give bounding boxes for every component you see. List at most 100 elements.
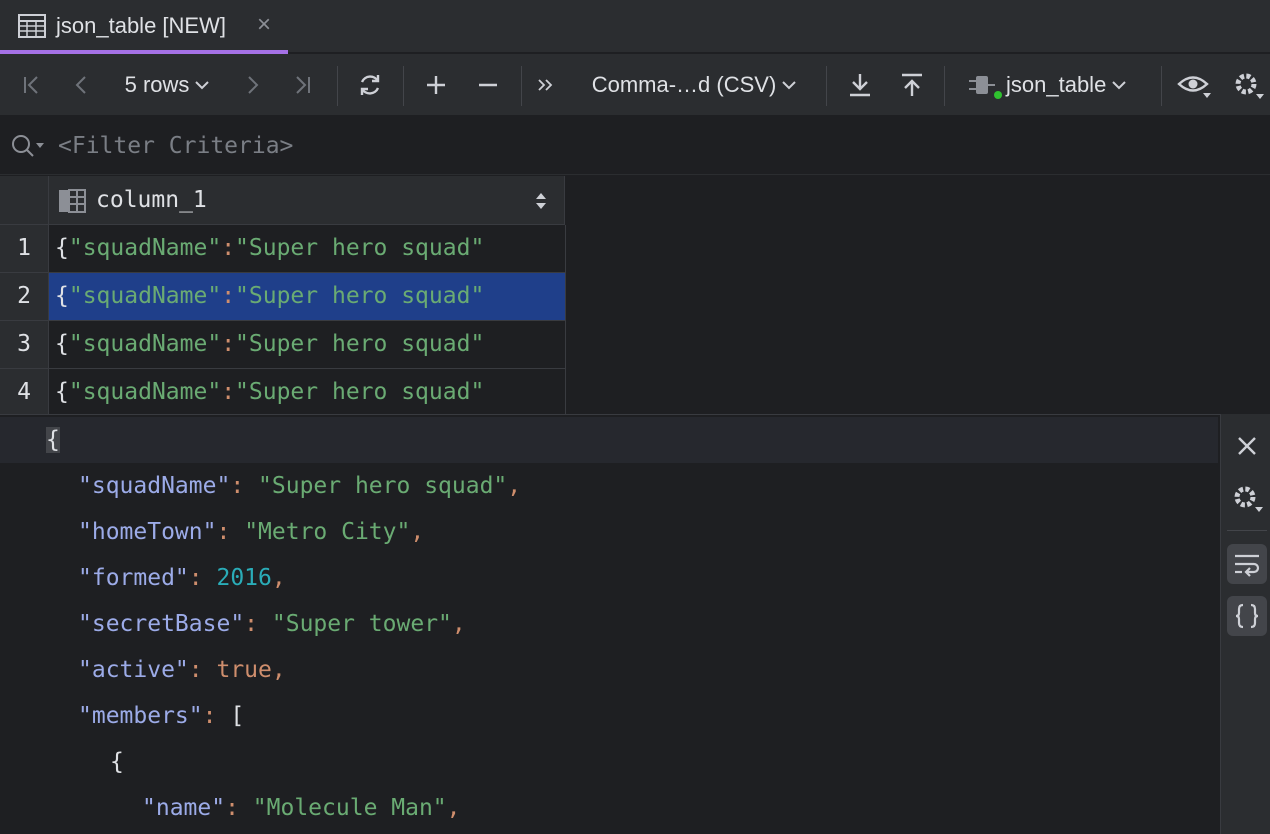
cell-value: "Super hero squad" <box>235 235 485 261</box>
result-grid: column_1 1 {"squadName":"Super hero squa… <box>0 176 1270 417</box>
tab-title: json_table [NEW] <box>56 13 226 38</box>
sort-icon[interactable] <box>535 192 547 215</box>
filter-input[interactable] <box>58 131 1238 161</box>
upload-icon[interactable] <box>892 54 932 116</box>
filter-bar <box>0 117 1270 175</box>
table-row[interactable]: 3 {"squadName":"Super hero squad" <box>0 321 566 369</box>
chevron-down-icon <box>195 81 210 90</box>
cell-colon: : <box>221 283 236 309</box>
json-key: "name" <box>142 795 226 821</box>
delete-row-icon[interactable] <box>468 54 508 116</box>
table-cell[interactable]: {"squadName":"Super hero squad" <box>49 321 566 369</box>
refresh-icon[interactable] <box>350 54 390 116</box>
json-key: "formed" <box>78 565 189 591</box>
toolbar-divider <box>337 66 338 106</box>
cell-key: "squadName" <box>68 331 222 357</box>
json-sep: : <box>188 657 217 683</box>
cell-key: "squadName" <box>68 283 222 309</box>
last-page-icon[interactable] <box>284 54 320 116</box>
connection-status-dot <box>994 91 1002 99</box>
row-number[interactable]: 2 <box>0 273 49 321</box>
side-divider <box>1227 530 1267 531</box>
settings-icon[interactable] <box>1227 478 1267 518</box>
json-value: "Metro City" <box>244 519 411 545</box>
column-header[interactable]: column_1 <box>49 176 565 225</box>
search-icon[interactable] <box>10 133 46 164</box>
format-label: Comma-…d (CSV) <box>591 72 777 97</box>
cell-value: "Super hero squad" <box>235 331 485 357</box>
cell-value: "Super hero squad" <box>235 283 485 309</box>
json-brace: { <box>110 749 124 775</box>
soft-wrap-icon[interactable] <box>1227 544 1267 584</box>
datasource-dropdown[interactable]: json_table <box>966 54 1146 116</box>
column-icon <box>58 189 86 218</box>
add-row-icon[interactable] <box>416 54 456 116</box>
cell-colon: : <box>221 331 236 357</box>
json-key: "secretBase" <box>78 611 245 637</box>
toolbar-divider <box>521 66 522 106</box>
next-page-icon[interactable] <box>234 54 270 116</box>
cell-key: "squadName" <box>68 235 222 261</box>
prev-page-icon[interactable] <box>64 54 100 116</box>
json-comma: , <box>271 565 286 591</box>
row-number[interactable]: 3 <box>0 321 49 369</box>
toolbar-divider <box>1161 66 1162 106</box>
format-json-icon[interactable] <box>1227 596 1267 636</box>
chevron-down-icon <box>782 81 796 90</box>
code-line: "formed": 2016, <box>78 555 286 601</box>
code-line: { <box>46 417 60 463</box>
toolbar-divider <box>944 66 945 106</box>
json-sep: : <box>216 519 245 545</box>
settings-icon[interactable] <box>1228 54 1268 116</box>
json-value: true <box>216 657 272 683</box>
code-line: "squadName": "Super hero squad", <box>78 463 521 509</box>
close-icon[interactable]: × <box>254 13 274 37</box>
download-icon[interactable] <box>840 54 880 116</box>
first-page-icon[interactable] <box>14 54 50 116</box>
json-sep: : <box>244 611 272 637</box>
json-comma: , <box>446 795 461 821</box>
view-icon[interactable] <box>1174 54 1214 116</box>
table-row-selected[interactable]: 2 {"squadName":"Super hero squad" <box>0 273 566 321</box>
json-key: "squadName" <box>78 473 231 499</box>
json-value: "Molecule Man" <box>252 795 447 821</box>
close-icon[interactable] <box>1227 426 1267 466</box>
chevron-down-icon <box>1112 81 1127 90</box>
json-key: "members" <box>78 703 203 729</box>
json-comma: , <box>271 657 286 683</box>
table-cell[interactable]: {"squadName":"Super hero squad" <box>49 369 566 417</box>
toolbar-divider <box>403 66 404 106</box>
code-line: "active": true, <box>78 647 286 693</box>
grid-corner[interactable] <box>0 176 49 225</box>
rows-label: 5 rows <box>124 72 190 97</box>
current-line-highlight <box>0 417 1218 463</box>
table-cell[interactable]: {"squadName":"Super hero squad" <box>49 273 566 321</box>
export-format-dropdown[interactable]: Comma-…d (CSV) <box>578 54 810 116</box>
table-row[interactable]: 4 {"squadName":"Super hero squad" <box>0 369 566 417</box>
code-line: "members": [ <box>78 693 244 739</box>
json-key: "homeTown" <box>78 519 217 545</box>
editor-side-toolbar <box>1220 414 1270 834</box>
tab-json-table[interactable]: json_table [NEW] × <box>0 0 288 54</box>
json-comma: , <box>451 611 466 637</box>
cell-colon: : <box>221 379 236 405</box>
code-line: "name": "Molecule Man", <box>142 785 461 831</box>
table-cell[interactable]: {"squadName":"Super hero squad" <box>49 225 566 273</box>
cell-brace: { <box>55 283 69 309</box>
rows-per-page-dropdown[interactable]: 5 rows <box>112 54 222 116</box>
json-key: "active" <box>78 657 189 683</box>
code-line: { <box>110 739 124 785</box>
cell-brace: { <box>55 235 69 261</box>
table-row[interactable]: 1 {"squadName":"Super hero squad" <box>0 225 566 273</box>
row-number[interactable]: 4 <box>0 369 49 417</box>
more-icon[interactable] <box>530 54 560 116</box>
json-bracket: [ <box>230 703 245 729</box>
json-comma: , <box>507 473 522 499</box>
code-line: "homeTown": "Metro City", <box>78 509 424 555</box>
datasource-label: json_table <box>1006 72 1107 97</box>
json-value: 2016 <box>216 565 272 591</box>
value-editor[interactable]: { "squadName": "Super hero squad", "home… <box>0 414 1220 834</box>
row-number[interactable]: 1 <box>0 225 49 273</box>
toolbar-divider <box>826 66 827 106</box>
cell-brace: { <box>55 379 69 405</box>
